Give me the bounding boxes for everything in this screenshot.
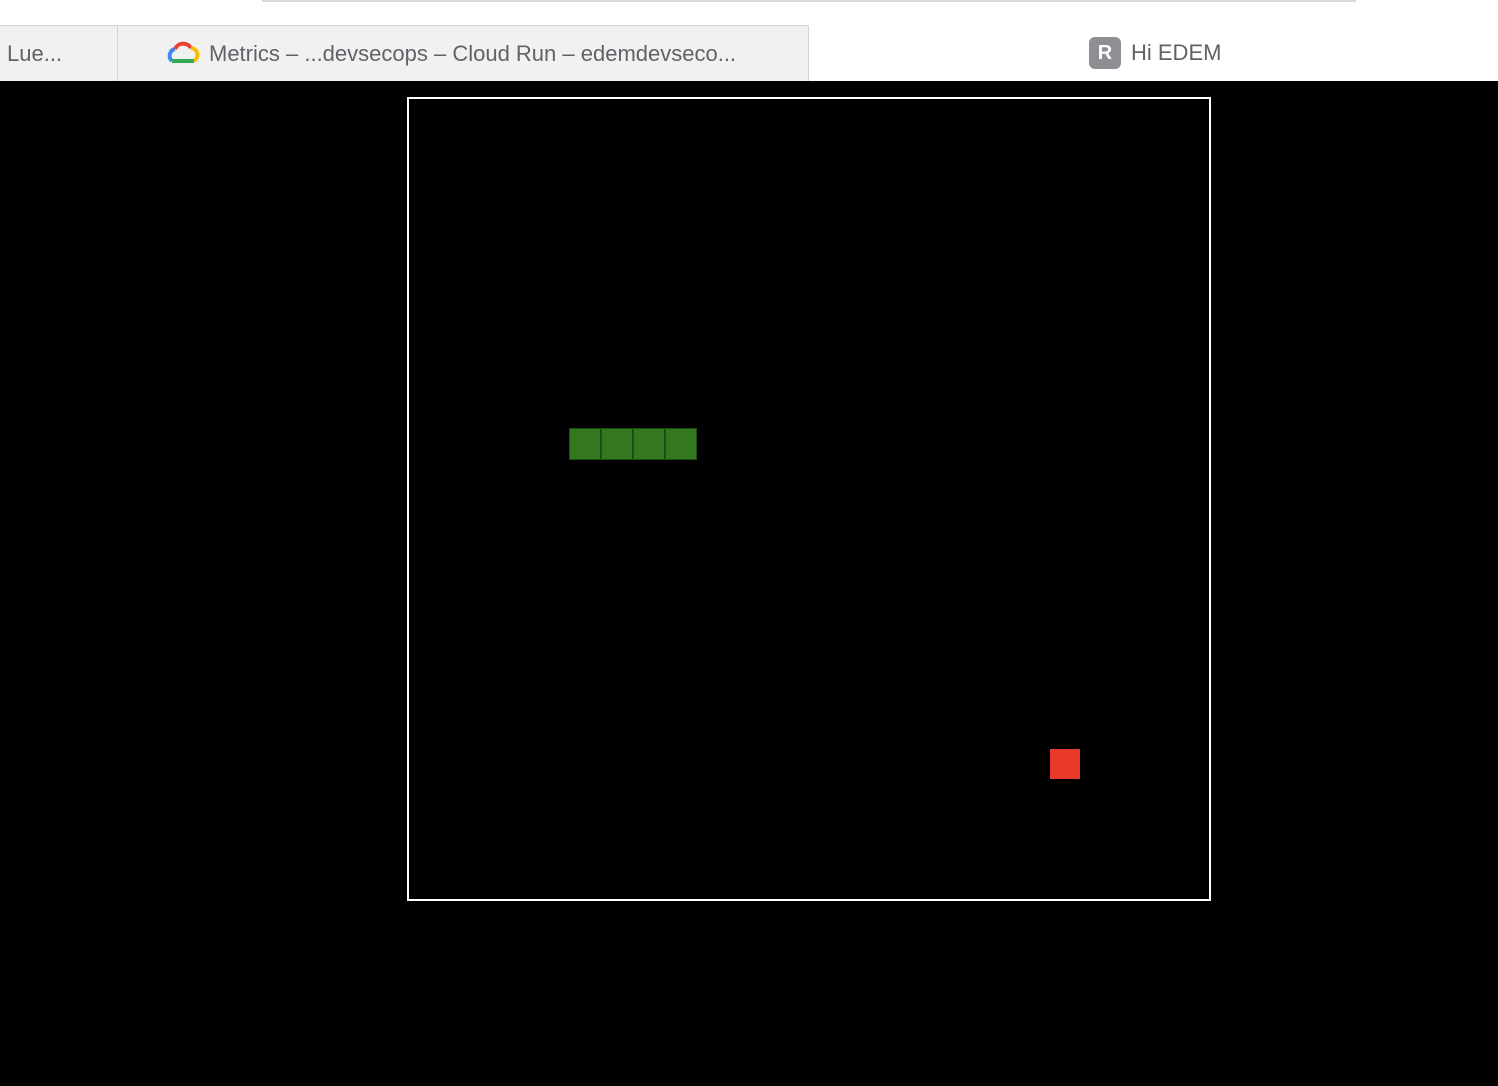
google-cloud-icon: [167, 41, 200, 63]
tab-lue-title: Lue...: [7, 40, 63, 66]
snake-segment: [569, 428, 601, 460]
tab-active[interactable]: R Hi EDEM: [809, 25, 1498, 81]
snake-segment: [665, 428, 697, 460]
top-strip-line: [262, 0, 1356, 2]
tab-metrics[interactable]: Metrics – ...devsecops – Cloud Run – ede…: [118, 25, 809, 81]
tab-metrics-title: Metrics – ...devsecops – Cloud Run – ede…: [209, 40, 737, 66]
tab-active-title: Hi EDEM: [1131, 40, 1222, 65]
snake-segment: [633, 428, 665, 460]
food-apple: [1050, 749, 1080, 779]
browser-chrome: Lue... Metrics – ...devsecops – Cloud Ru…: [0, 0, 1498, 81]
game-board[interactable]: [407, 97, 1211, 901]
snake-segment: [601, 428, 633, 460]
avatar: R: [1089, 37, 1121, 69]
tab-lue[interactable]: Lue...: [0, 25, 118, 81]
